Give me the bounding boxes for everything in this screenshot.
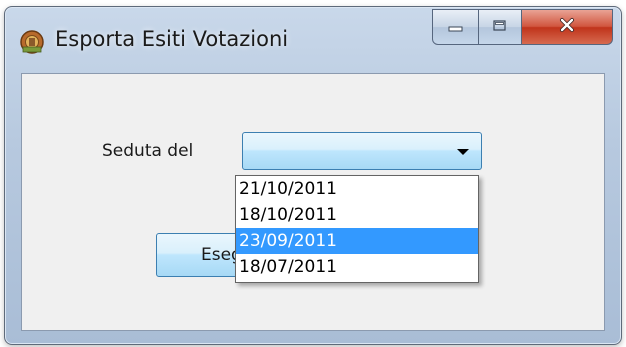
dialog-window: Esporta Esiti Votazioni Seduta del Esegu… xyxy=(4,6,622,345)
dropdown-item-2[interactable]: 18/10/2011 xyxy=(236,202,478,228)
dropdown-item-1[interactable]: 21/10/2011 xyxy=(236,176,478,202)
seduta-combobox[interactable] xyxy=(242,132,482,170)
caption-buttons xyxy=(432,9,613,45)
seduta-label: Seduta del xyxy=(102,141,194,161)
close-icon xyxy=(557,17,577,37)
maximize-button[interactable] xyxy=(479,9,522,45)
app-icon xyxy=(19,29,45,55)
minimize-button[interactable] xyxy=(432,9,479,45)
maximize-icon xyxy=(492,18,508,37)
dropdown-item-3-highlighted[interactable]: 23/09/2011 xyxy=(236,228,478,254)
dropdown-item-4[interactable]: 18/07/2011 xyxy=(236,254,478,280)
minimize-icon xyxy=(447,18,465,37)
window-title: Esporta Esiti Votazioni xyxy=(55,27,289,51)
seduta-dropdown-list: 21/10/2011 18/10/2011 23/09/2011 18/07/2… xyxy=(235,175,479,283)
chevron-down-icon[interactable] xyxy=(457,149,469,155)
title-bar[interactable]: Esporta Esiti Votazioni xyxy=(5,7,621,73)
close-button[interactable] xyxy=(522,9,613,45)
